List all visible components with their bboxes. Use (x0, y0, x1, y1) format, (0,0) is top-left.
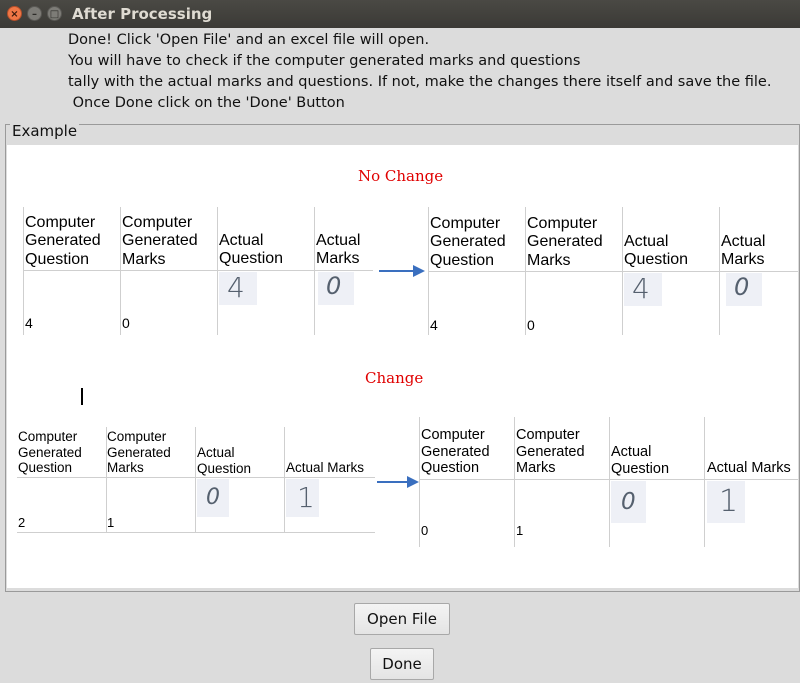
text-cursor (81, 388, 83, 405)
example-legend: Example (10, 122, 80, 140)
handwritten-question-cell: 0 (197, 479, 229, 517)
no-change-after-table: Computer Generated Question Computer Gen… (428, 207, 798, 335)
change-caption: Change (365, 369, 424, 387)
col-header-actual-question: Actual Question (197, 445, 252, 476)
handwritten-question-cell: 0 (611, 481, 646, 523)
handwritten-marks-cell: 1 (286, 479, 319, 517)
col-header-cg-marks: Computer Generated Marks (107, 429, 171, 476)
close-window-icon[interactable]: × (7, 6, 22, 21)
cg-marks-value: 1 (516, 523, 524, 538)
col-header-actual-question: Actual Question (611, 444, 670, 477)
cg-question-value: 0 (421, 523, 429, 538)
col-header-actual-question: Actual Question (624, 233, 689, 269)
cg-marks-value: 0 (527, 317, 535, 333)
open-file-button[interactable]: Open File (354, 603, 450, 635)
right-arrow-icon (379, 265, 425, 277)
maximize-window-icon[interactable]: □ (47, 6, 62, 21)
col-header-cg-question: Computer Generated Question (18, 429, 82, 476)
no-change-before-table: Computer Generated Question Computer Gen… (23, 207, 373, 335)
right-arrow-icon (377, 476, 419, 488)
window-title: After Processing (72, 5, 213, 23)
col-header-actual-marks: Actual Marks (721, 233, 766, 269)
col-header-cg-marks: Computer Generated Marks (516, 427, 585, 477)
handwritten-marks-cell: 0 (318, 272, 354, 305)
handwritten-question-cell: 4 (624, 272, 662, 306)
instruction-line-4: Once Done click on the 'Done' Button (68, 95, 345, 111)
col-header-cg-marks: Computer Generated Marks (527, 215, 603, 269)
cg-question-value: 2 (18, 515, 26, 530)
change-before-table: Computer Generated Question Computer Gen… (17, 427, 375, 533)
col-header-actual-marks: Actual Marks (316, 232, 361, 268)
instruction-line-3: tally with the actual marks and question… (68, 74, 772, 90)
cg-marks-value: 1 (107, 515, 115, 530)
col-header-cg-marks: Computer Generated Marks (122, 214, 198, 268)
col-header-cg-question: Computer Generated Question (430, 215, 506, 269)
instruction-line-1: Done! Click 'Open File' and an excel fil… (68, 32, 430, 48)
col-header-cg-question: Computer Generated Question (25, 214, 101, 268)
col-header-actual-marks: Actual Marks (286, 460, 365, 475)
handwritten-question-cell: 4 (219, 271, 257, 305)
cg-marks-value: 0 (122, 315, 130, 331)
instruction-line-2: You will have to check if the computer g… (68, 53, 581, 69)
done-button[interactable]: Done (370, 648, 434, 680)
cg-question-value: 4 (25, 315, 33, 331)
minimize-window-icon[interactable]: – (27, 6, 42, 21)
col-header-cg-question: Computer Generated Question (421, 427, 490, 477)
handwritten-marks-cell: 1 (707, 481, 745, 523)
window-titlebar[interactable]: × – □ After Processing (0, 0, 800, 28)
example-image: No Change Computer Generated Question Co… (7, 145, 798, 588)
col-header-actual-question: Actual Question (219, 232, 284, 268)
col-header-actual-marks: Actual Marks (707, 460, 791, 476)
change-after-table: Computer Generated Question Computer Gen… (419, 417, 798, 547)
handwritten-marks-cell: 0 (726, 273, 762, 306)
cg-question-value: 4 (430, 317, 438, 333)
no-change-caption: No Change (358, 167, 444, 185)
